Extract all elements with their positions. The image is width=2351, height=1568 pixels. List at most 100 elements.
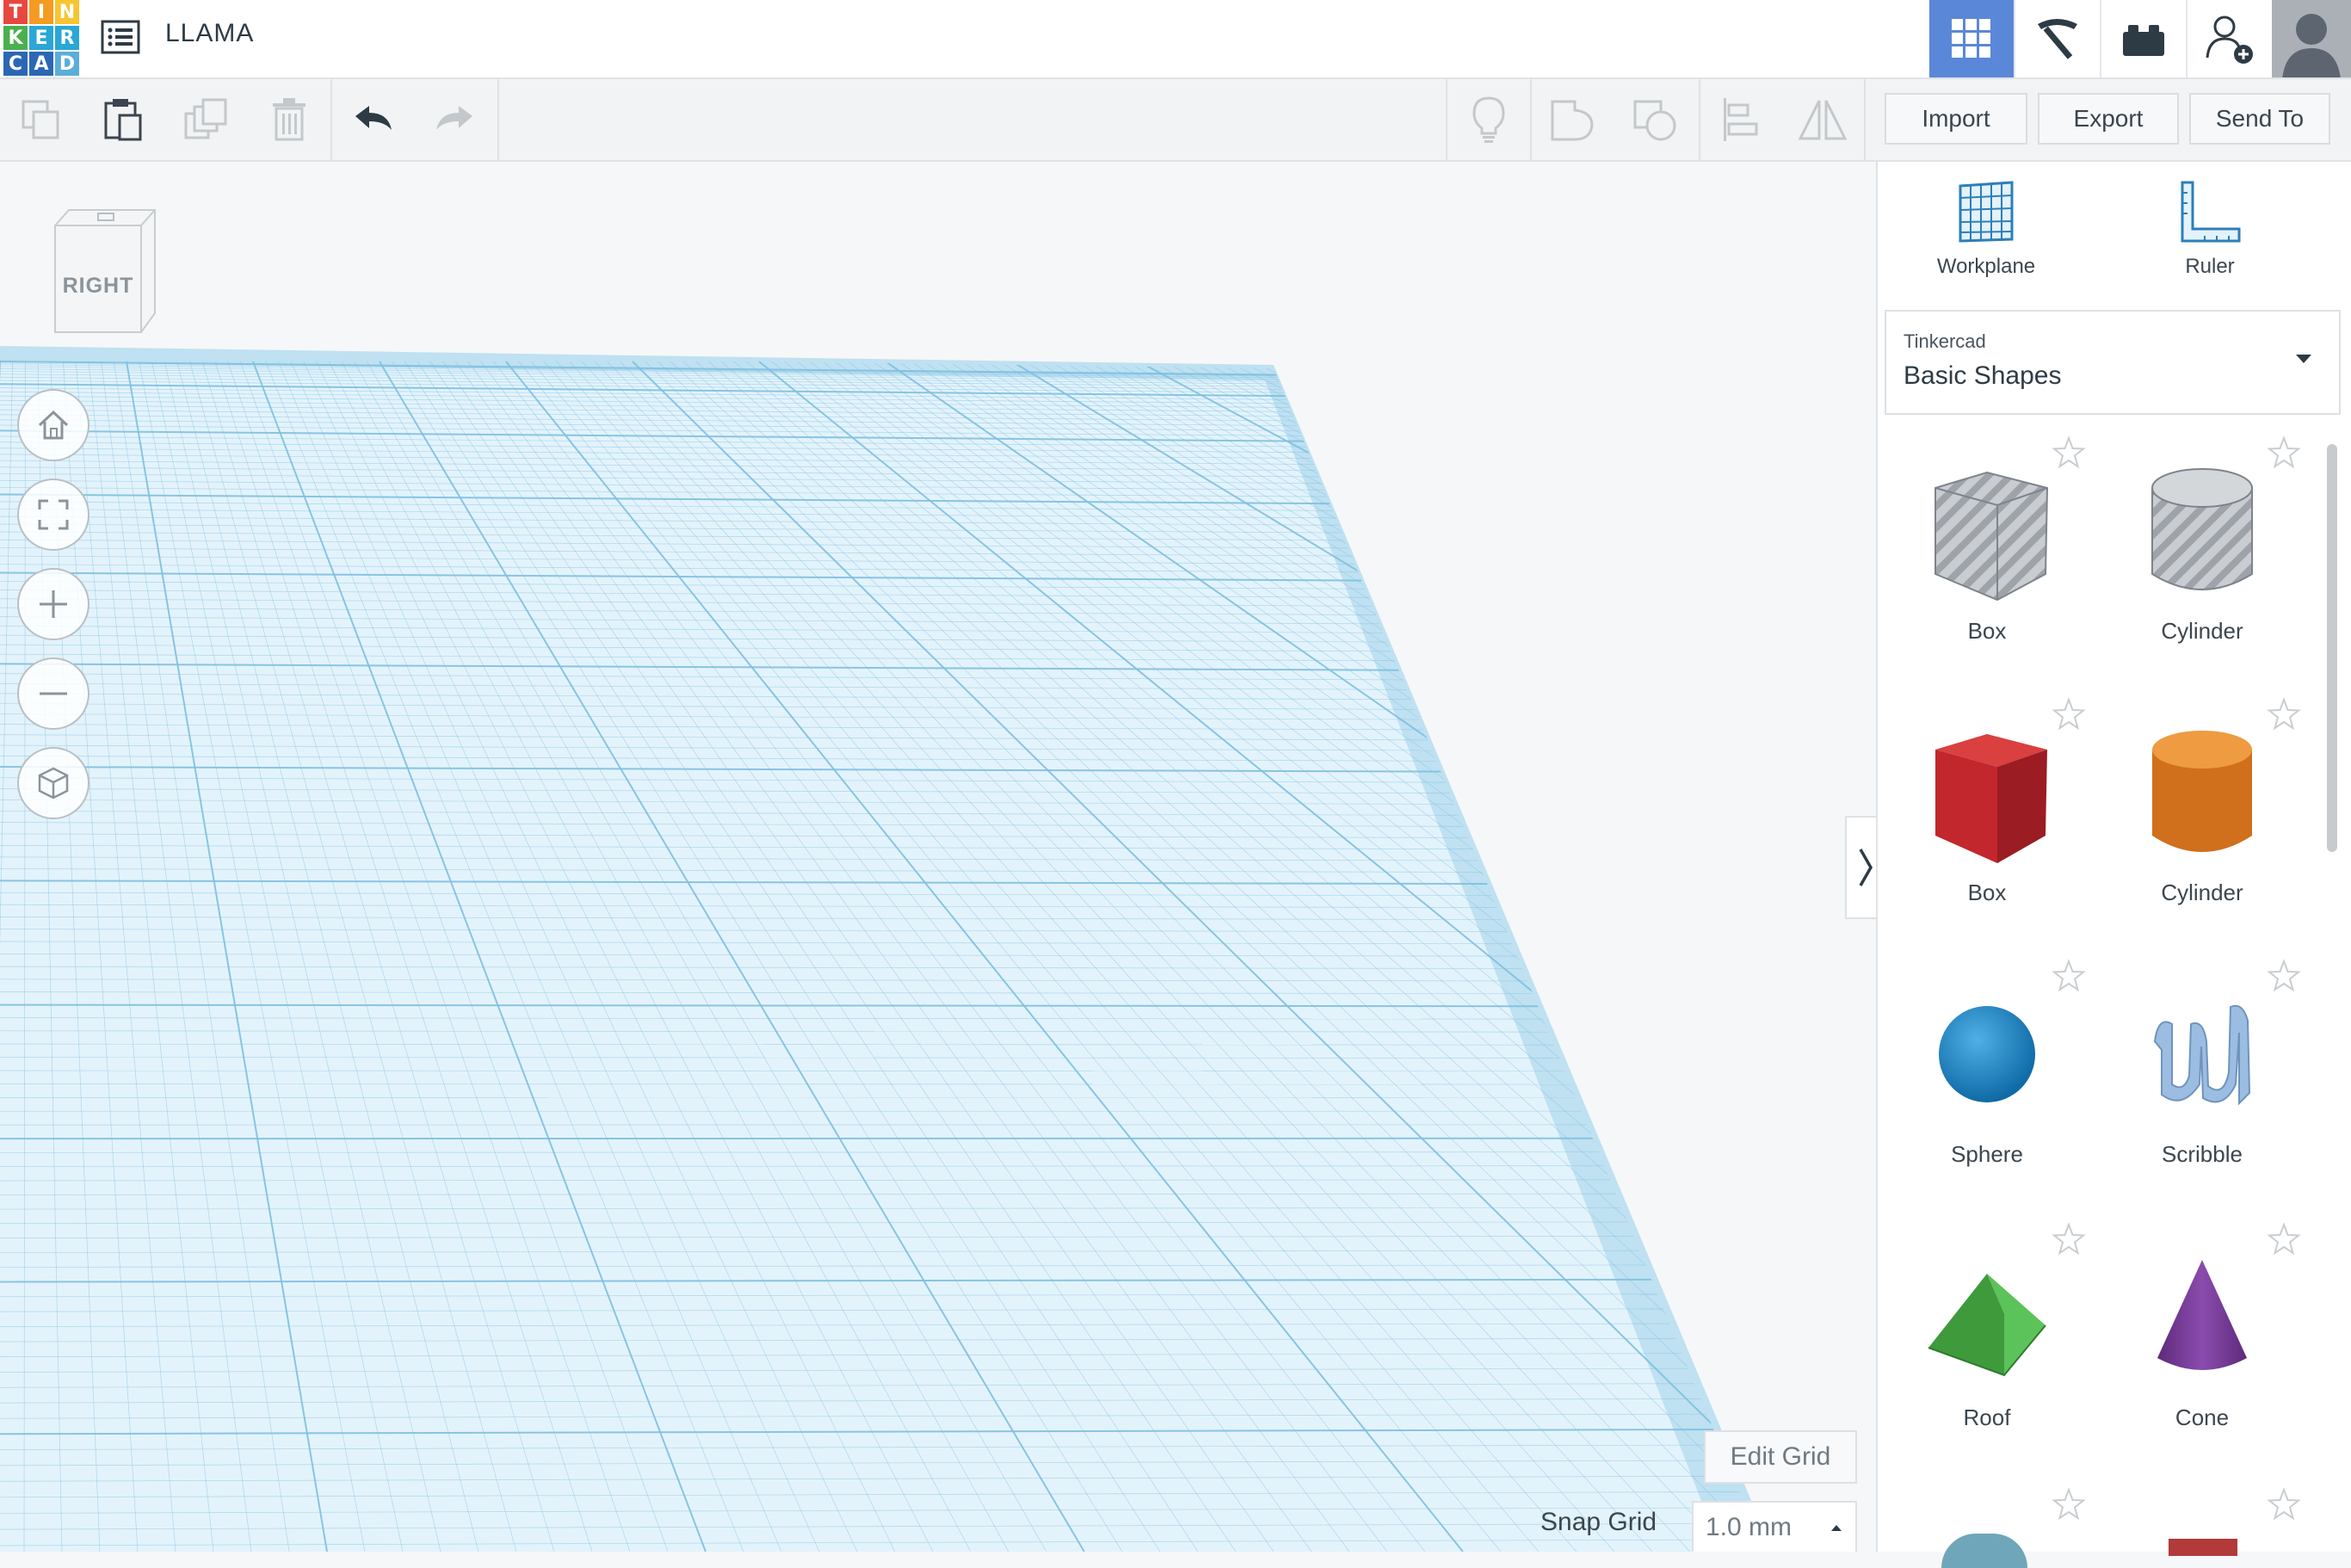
mirror-icon xyxy=(1797,96,1848,144)
cone-icon xyxy=(2150,1253,2254,1382)
home-view-button[interactable] xyxy=(17,389,89,461)
zoom-in-icon xyxy=(36,587,71,621)
star-icon[interactable] xyxy=(2052,1487,2086,1522)
pickaxe-icon xyxy=(2031,12,2084,65)
mirror-button[interactable] xyxy=(1783,79,1862,160)
view-cube[interactable]: RIGHT xyxy=(48,205,162,338)
design-list-button[interactable] xyxy=(96,15,145,59)
redo-button[interactable] xyxy=(415,79,494,160)
shape-box[interactable]: Box xyxy=(1879,697,2095,947)
ruler-icon xyxy=(2177,179,2243,244)
grid-view-button[interactable] xyxy=(1929,0,2014,77)
shape-scribble[interactable]: Scribble xyxy=(2095,959,2310,1208)
logo-letter: I xyxy=(29,0,53,24)
home-icon xyxy=(36,408,71,442)
perspective-toggle-button[interactable] xyxy=(17,747,89,819)
export-button[interactable]: Export xyxy=(2038,93,2179,145)
box-hole-icon xyxy=(1918,454,2056,608)
duplicate-button[interactable] xyxy=(167,79,246,160)
shape-cone[interactable]: Cone xyxy=(2095,1222,2310,1472)
collapse-panel-button[interactable] xyxy=(1845,816,1876,919)
blocks-button[interactable] xyxy=(2014,0,2100,77)
invite-user-button[interactable] xyxy=(2186,0,2272,77)
library-source: Tinkercad xyxy=(1904,330,1986,353)
fit-view-button[interactable] xyxy=(17,478,89,551)
ruler-tool[interactable]: Ruler xyxy=(2124,179,2296,291)
snap-grid-select[interactable]: 1.0 mm xyxy=(1692,1501,1857,1552)
add-user-icon xyxy=(2202,11,2257,66)
logo-letter: K xyxy=(3,26,28,50)
notes-button[interactable] xyxy=(1449,79,1528,160)
paste-icon xyxy=(101,96,144,143)
align-button[interactable] xyxy=(1700,79,1780,160)
shape-name: Box xyxy=(1879,880,2095,906)
send-to-button[interactable]: Send To xyxy=(2189,93,2330,145)
shape-name: Box xyxy=(1879,618,2095,645)
copy-button[interactable] xyxy=(2,79,81,160)
logo-letter: N xyxy=(55,0,79,24)
shape-library-select[interactable]: Tinkercad Basic Shapes xyxy=(1885,310,2341,415)
zoom-in-button[interactable] xyxy=(17,568,89,640)
snap-grid-label: Snap Grid xyxy=(1540,1508,1657,1537)
grid-view-icon xyxy=(1950,17,1993,60)
scribble-icon xyxy=(2146,990,2258,1119)
lightbulb-icon xyxy=(1472,96,1506,144)
shape-name: Roof xyxy=(1879,1404,2095,1431)
shape-name: Cylinder xyxy=(2095,618,2310,645)
partial-shape[interactable] xyxy=(1941,1534,2027,1568)
shape-box-hole[interactable]: Box xyxy=(1879,435,2095,685)
shape-roof[interactable]: Roof xyxy=(1879,1222,2095,1472)
logo-letter: T xyxy=(3,0,28,24)
perspective-icon xyxy=(36,766,71,800)
edit-grid-button[interactable]: Edit Grid xyxy=(1704,1430,1857,1484)
logo-letter: D xyxy=(55,52,79,76)
group-icon xyxy=(1549,96,1597,143)
brick-icon xyxy=(2120,20,2168,58)
user-avatar[interactable] xyxy=(2272,0,2351,77)
paste-button[interactable] xyxy=(83,79,162,160)
zoom-out-icon xyxy=(36,676,71,711)
box-icon xyxy=(1918,715,2056,870)
cylinder-hole-icon xyxy=(2142,454,2262,608)
panel-scrollbar[interactable] xyxy=(2327,444,2337,852)
view-cube-face-label: RIGHT xyxy=(57,274,139,299)
partial-shape[interactable] xyxy=(2169,1539,2237,1556)
align-icon xyxy=(1720,96,1760,143)
list-icon xyxy=(101,20,140,54)
sphere-icon xyxy=(1931,998,2043,1110)
import-button[interactable]: Import xyxy=(1885,93,2027,145)
tinkercad-logo[interactable]: T I N K E R C A D xyxy=(3,0,79,74)
roof-icon xyxy=(1918,1253,2056,1382)
design-title[interactable]: LLAMA xyxy=(165,19,254,48)
bricks-button[interactable] xyxy=(2100,0,2186,77)
logo-letter: E xyxy=(29,26,53,50)
caret-down-icon xyxy=(2294,353,2313,365)
ungroup-button[interactable] xyxy=(1616,79,1695,160)
undo-button[interactable] xyxy=(334,79,413,160)
shapes-panel: Workplane Ruler Tinkercad Basic Shapes B… xyxy=(1876,162,2351,1552)
3d-workspace[interactable]: RIGHT Edit Grid Snap Grid xyxy=(0,162,1876,1552)
logo-letter: A xyxy=(29,52,53,76)
shape-name: Cone xyxy=(2095,1404,2310,1431)
redo-icon xyxy=(433,102,476,137)
logo-letter: R xyxy=(55,26,79,50)
delete-button[interactable] xyxy=(250,79,329,160)
star-icon[interactable] xyxy=(2267,1487,2301,1522)
group-button[interactable] xyxy=(1533,79,1613,160)
view-cube-icon xyxy=(48,205,162,338)
delete-icon xyxy=(269,96,309,143)
top-bar: T I N K E R C A D LLAMA xyxy=(0,0,2351,79)
caret-up-icon xyxy=(1830,1522,1843,1533)
ruler-label: Ruler xyxy=(2185,255,2234,279)
shape-cylinder[interactable]: Cylinder xyxy=(2095,697,2310,947)
library-name: Basic Shapes xyxy=(1904,361,2061,391)
shape-name: Sphere xyxy=(1879,1141,2095,1168)
edit-toolbar: Import Export Send To xyxy=(0,79,2351,162)
shape-sphere[interactable]: Sphere xyxy=(1879,959,2095,1208)
workplane-grid[interactable] xyxy=(0,162,1876,1552)
shape-cylinder-hole[interactable]: Cylinder xyxy=(2095,435,2310,685)
duplicate-icon xyxy=(182,96,231,143)
workplane-tool[interactable]: Workplane xyxy=(1900,179,2072,291)
shape-name: Cylinder xyxy=(2095,880,2310,906)
zoom-out-button[interactable] xyxy=(17,657,89,730)
